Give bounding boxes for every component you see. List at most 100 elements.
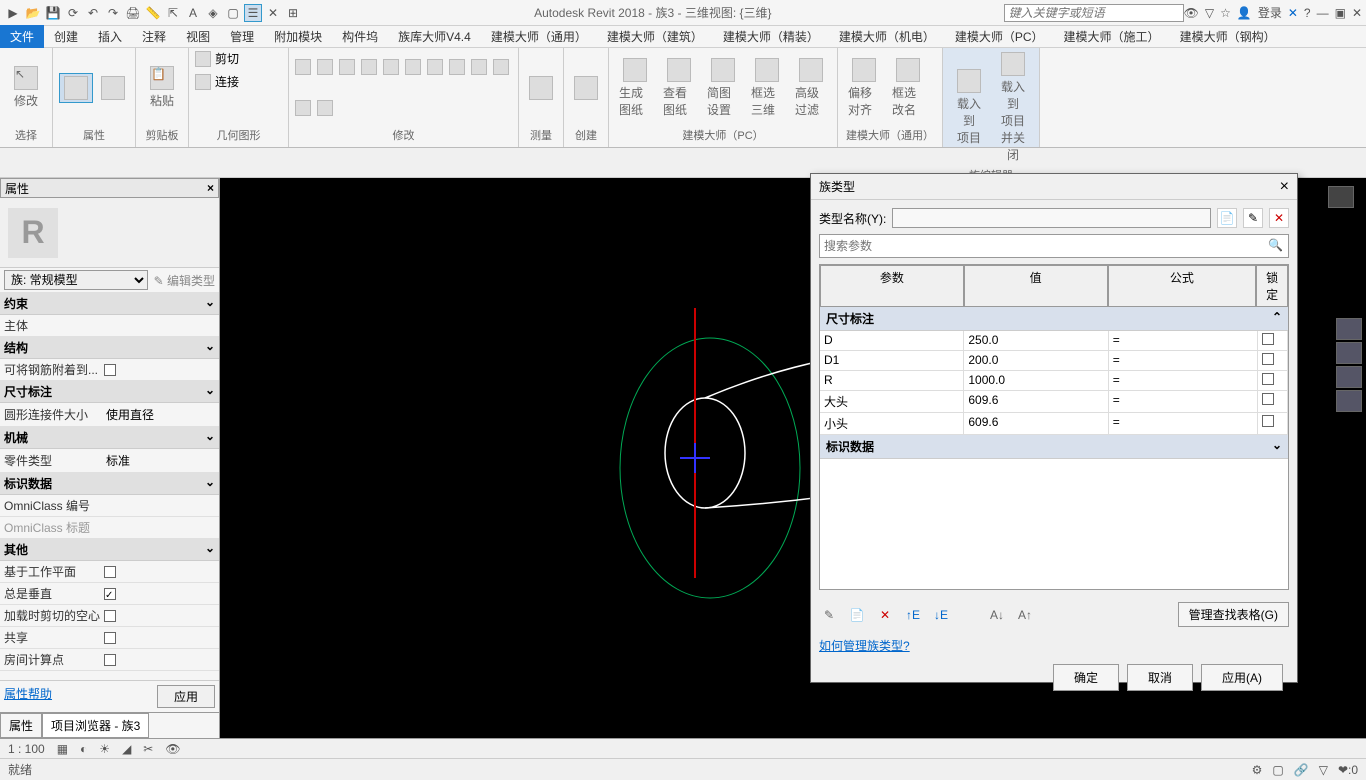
host-field[interactable] [104, 325, 215, 327]
sort-asc-icon[interactable]: A↓ [987, 605, 1007, 625]
trim-icon[interactable] [427, 59, 443, 75]
manage-types-help-link[interactable]: 如何管理族类型? [819, 633, 1289, 658]
favorite-icon[interactable]: ☆ [1220, 6, 1231, 20]
measure-icon[interactable]: 📏 [144, 4, 162, 22]
section-constraint[interactable]: 约束⌄ [0, 293, 219, 315]
props-close-icon[interactable]: × [207, 181, 214, 195]
menu-bm-steel[interactable]: 建模大师（钢构） [1170, 25, 1286, 48]
menu-file[interactable]: 文件 [0, 25, 44, 48]
table-row[interactable]: D250.0= [820, 331, 1288, 351]
conn-field[interactable]: 使用直径 [104, 405, 215, 424]
join-icon[interactable] [195, 74, 211, 90]
save-icon[interactable]: 💾 [44, 4, 62, 22]
help-icon[interactable]: ? [1304, 6, 1311, 20]
cancel-button[interactable]: 取消 [1127, 664, 1193, 691]
close-icon[interactable]: ✕ [1352, 6, 1362, 20]
table-row[interactable]: 大头609.6= [820, 391, 1288, 413]
props-help-link[interactable]: 属性帮助 [4, 685, 52, 708]
type-props-button[interactable] [97, 74, 129, 102]
sync-icon[interactable]: ⟳ [64, 4, 82, 22]
minimize-icon[interactable]: — [1317, 6, 1329, 20]
section-icon[interactable]: ▢ [224, 4, 242, 22]
detail-level-icon[interactable]: ▦ [57, 742, 68, 756]
print-icon[interactable]: 🖨 [124, 4, 142, 22]
sun-path-icon[interactable]: ☀ [99, 742, 110, 756]
nav-pan-icon[interactable] [1336, 342, 1362, 364]
search-input[interactable] [1004, 4, 1184, 22]
open-icon[interactable]: 📂 [24, 4, 42, 22]
nav-orbit-icon[interactable] [1336, 390, 1362, 412]
paste-button[interactable]: 📋粘贴 [142, 64, 182, 111]
view-drawing-button[interactable]: 查看图纸 [659, 56, 699, 120]
shared-checkbox[interactable] [104, 632, 116, 644]
delete-type-icon[interactable]: ✕ [1269, 208, 1289, 228]
edit-param-icon[interactable]: ✎ [819, 605, 839, 625]
new-type-icon[interactable]: 📄 [1217, 208, 1237, 228]
infocenter-icon[interactable]: 👁 [1184, 6, 1199, 20]
nav-zoom-icon[interactable] [1336, 366, 1362, 388]
undo-icon[interactable]: ↶ [84, 4, 102, 22]
apply-button[interactable]: 应用(A) [1201, 664, 1283, 691]
adv-filter-button[interactable]: 高级过滤 [791, 56, 831, 120]
maximize-icon[interactable]: ▣ [1335, 6, 1346, 20]
visual-style-icon[interactable]: ◐ [80, 742, 87, 756]
array-icon[interactable] [383, 59, 399, 75]
gen-drawing-button[interactable]: 生成图纸 [615, 56, 655, 120]
cut-icon[interactable] [195, 51, 211, 67]
voidcut-checkbox[interactable] [104, 610, 116, 622]
offset-icon[interactable] [471, 59, 487, 75]
props-button[interactable] [59, 73, 93, 103]
comm-icon[interactable]: ▽ [1205, 6, 1214, 20]
rotate-icon[interactable] [339, 59, 355, 75]
search-icon[interactable]: 🔍 [1268, 238, 1283, 252]
section-dim[interactable]: 尺寸标注⌄ [0, 381, 219, 403]
section-dimensions[interactable]: 尺寸标注⌃ [820, 307, 1288, 331]
crop-icon[interactable]: ✂ [143, 742, 153, 756]
section-other[interactable]: 其他⌄ [0, 539, 219, 561]
close-views-icon[interactable]: ✕ [264, 4, 282, 22]
box-rename-button[interactable]: 框选改名 [888, 56, 928, 120]
mirror-icon[interactable] [361, 59, 377, 75]
app-menu-icon[interactable]: ▶ [4, 4, 22, 22]
text-icon[interactable]: A [184, 4, 202, 22]
menu-bm-common[interactable]: 建模大师（通用） [481, 25, 597, 48]
scale-display[interactable]: 1 : 100 [8, 742, 45, 756]
redo-icon[interactable]: ↷ [104, 4, 122, 22]
edit-type-button[interactable]: ✎ 编辑类型 [154, 272, 215, 289]
measure-tool-button[interactable] [525, 74, 557, 102]
menu-view[interactable]: 视图 [176, 25, 220, 48]
favorites-count[interactable]: ❤:0 [1338, 763, 1358, 777]
align-icon[interactable]: ⇱ [164, 4, 182, 22]
menu-component[interactable]: 构件坞 [332, 25, 388, 48]
menu-annotate[interactable]: 注释 [132, 25, 176, 48]
move-icon[interactable] [295, 59, 311, 75]
menu-bm-constr[interactable]: 建模大师（施工） [1054, 25, 1170, 48]
rename-type-icon[interactable]: ✎ [1243, 208, 1263, 228]
section-mech[interactable]: 机械⌄ [0, 427, 219, 449]
vertical-checkbox[interactable] [104, 588, 116, 600]
omni-no-field[interactable] [104, 505, 215, 507]
menu-bm-interior[interactable]: 建模大师（精装） [713, 25, 829, 48]
rebar-checkbox[interactable] [104, 364, 116, 376]
nav-home-icon[interactable] [1328, 186, 1354, 208]
menu-create[interactable]: 创建 [44, 25, 88, 48]
part-field[interactable]: 标准 [104, 451, 215, 470]
load-project-button[interactable]: 载入到 项目 [949, 67, 989, 148]
section-identity[interactable]: 标识数据⌄ [820, 435, 1288, 459]
pin-icon[interactable] [295, 100, 311, 116]
move-up-icon[interactable]: ↑E [903, 605, 923, 625]
table-row[interactable]: D1200.0= [820, 351, 1288, 371]
login-button[interactable]: 登录 [1258, 4, 1282, 21]
design-options-icon[interactable]: ▢ [1272, 763, 1283, 777]
thin-lines-icon[interactable]: ☰ [244, 4, 262, 22]
split-icon[interactable] [449, 59, 465, 75]
type-selector[interactable]: 族: 常规模型 [4, 270, 148, 290]
modify-button[interactable]: ↖修改 [6, 64, 46, 111]
table-row[interactable]: R1000.0= [820, 371, 1288, 391]
user-icon[interactable]: 👤 [1237, 6, 1252, 20]
section-id[interactable]: 标识数据⌄ [0, 473, 219, 495]
select-links-icon[interactable]: 🔗 [1294, 763, 1309, 777]
delete-icon[interactable] [317, 100, 333, 116]
shadows-icon[interactable]: ◢ [122, 742, 131, 756]
menu-manage[interactable]: 管理 [220, 25, 264, 48]
